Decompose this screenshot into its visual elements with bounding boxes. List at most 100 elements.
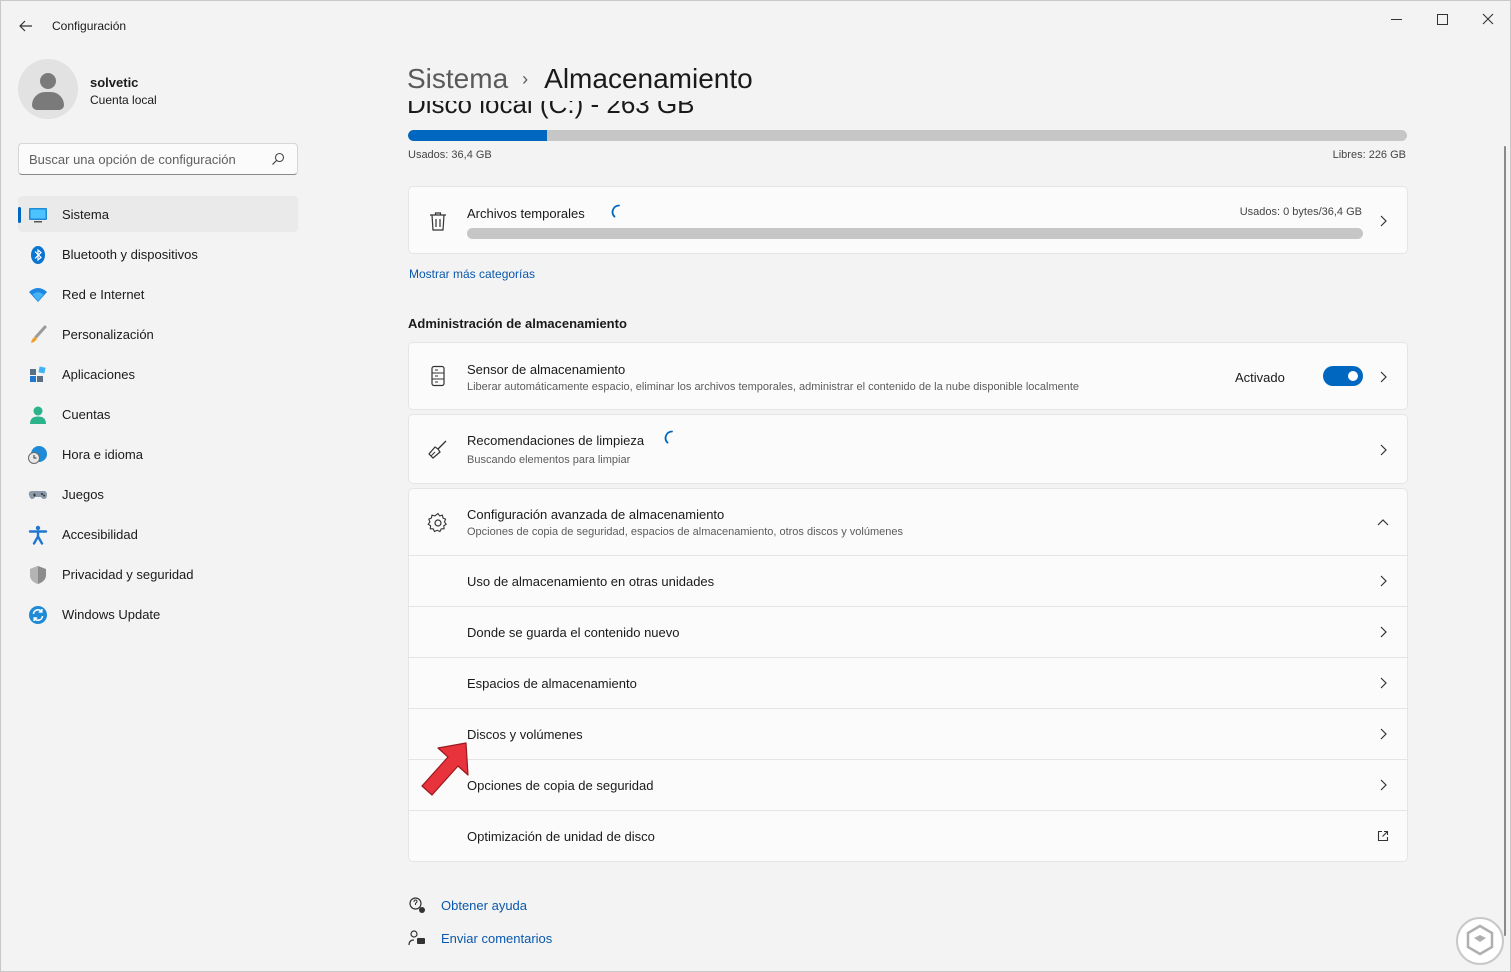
cleanup-recommendations-card[interactable]: Recomendaciones de limpieza Buscando ele…: [408, 414, 1408, 484]
breadcrumb-parent[interactable]: Sistema: [407, 63, 508, 95]
disk-title: Disco local (C:) - 263 GB: [407, 101, 695, 119]
sidebar-item-bluetooth[interactable]: Bluetooth y dispositivos: [18, 236, 298, 272]
title-bar: Configuración: [1, 1, 1510, 51]
storage-sense-icon: [431, 365, 445, 387]
send-feedback-link[interactable]: Enviar comentarios: [441, 931, 552, 946]
back-button[interactable]: [13, 13, 39, 39]
sidebar-item-accesibilidad[interactable]: Accesibilidad: [18, 516, 298, 552]
row-label: Optimización de unidad de disco: [467, 829, 655, 844]
system-icon: [29, 208, 47, 223]
feedback-icon: [408, 930, 425, 946]
temp-files-bar: [467, 228, 1363, 239]
search-box[interactable]: Buscar una opción de configuración: [18, 143, 298, 175]
brush-icon: [31, 325, 47, 343]
show-more-categories-link[interactable]: Mostrar más categorías: [409, 267, 535, 281]
storage-sense-subtitle: Liberar automáticamente espacio, elimina…: [467, 381, 1080, 393]
toggle-state-label: Activado: [1235, 370, 1285, 385]
loading-spinner-icon: [664, 430, 673, 444]
advanced-storage-subtitle: Opciones de copia de seguridad, espacios…: [467, 526, 903, 538]
sidebar-item-cuentas[interactable]: Cuentas: [18, 396, 298, 432]
disk-free-label: Libres: 226 GB: [1332, 149, 1406, 161]
close-button[interactable]: [1465, 7, 1511, 31]
chevron-right-icon: [1380, 575, 1387, 587]
minimize-button[interactable]: [1373, 7, 1419, 31]
chevron-right-icon: [1380, 371, 1387, 383]
advanced-storage-header[interactable]: Configuración avanzada de almacenamiento…: [409, 489, 1407, 556]
gear-icon: [427, 512, 447, 533]
disk-usage-bar: [408, 130, 1407, 141]
accounts-icon: [30, 406, 46, 424]
sidebar-item-label: Privacidad y seguridad: [62, 567, 194, 582]
loading-spinner-icon: [611, 204, 620, 218]
sidebar-item-windows-update[interactable]: Windows Update: [18, 596, 298, 632]
sidebar-item-aplicaciones[interactable]: Aplicaciones: [18, 356, 298, 392]
temp-files-used: Usados: 0 bytes/36,4 GB: [1239, 206, 1362, 218]
user-name: solvetic: [90, 75, 139, 90]
row-label: Discos y volúmenes: [467, 727, 583, 742]
apps-icon: [30, 366, 46, 382]
chevron-right-icon: [1380, 779, 1387, 791]
breadcrumb-separator: ›: [522, 68, 529, 89]
list-item-save-locations[interactable]: Donde se guarda el contenido nuevo: [409, 607, 1407, 658]
sidebar-item-label: Accesibilidad: [62, 527, 138, 542]
trash-icon: [430, 212, 446, 231]
chevron-right-icon: [1380, 626, 1387, 638]
sidebar-item-label: Bluetooth y dispositivos: [62, 247, 198, 262]
chevron-right-icon: [1380, 444, 1387, 456]
cleanup-subtitle: Buscando elementos para limpiar: [467, 454, 631, 466]
help-icon: [409, 897, 425, 913]
list-item-backup-options[interactable]: Opciones de copia de seguridad: [409, 760, 1407, 811]
sidebar-nav: Sistema Bluetooth y dispositivos Red e I…: [18, 196, 298, 636]
sidebar-item-label: Cuentas: [62, 407, 111, 422]
advanced-storage-title: Configuración avanzada de almacenamiento: [467, 507, 725, 522]
sidebar-item-juegos[interactable]: Juegos: [18, 476, 298, 512]
chevron-up-icon: [1377, 519, 1389, 526]
sidebar-item-label: Windows Update: [62, 607, 161, 622]
sidebar-item-personalizacion[interactable]: Personalización: [18, 316, 298, 352]
list-item-disks-volumes[interactable]: Discos y volúmenes: [409, 709, 1407, 760]
time-language-icon: [28, 446, 47, 464]
app-title: Configuración: [52, 19, 127, 33]
settings-window: Configuración solvetic Cuenta local Busc…: [0, 0, 1511, 972]
windows-update-icon: [29, 606, 47, 624]
list-item-other-drives[interactable]: Uso de almacenamiento en otras unidades: [409, 556, 1407, 607]
minimize-icon: [1390, 18, 1402, 20]
sidebar-item-label: Hora e idioma: [62, 447, 143, 462]
account-type: Cuenta local: [90, 93, 157, 107]
storage-sense-title: Sensor de almacenamiento: [467, 362, 626, 377]
maximize-button[interactable]: [1419, 7, 1465, 31]
chevron-right-icon: [1380, 677, 1387, 689]
wifi-icon: [29, 288, 47, 302]
shield-icon: [30, 566, 46, 584]
row-label: Uso de almacenamiento en otras unidades: [467, 574, 715, 589]
breadcrumb: Sistema › Almacenamiento: [407, 59, 753, 99]
advanced-storage-card: Configuración avanzada de almacenamiento…: [408, 488, 1408, 862]
annotation-arrow-icon: [421, 742, 469, 796]
close-icon: [1482, 13, 1494, 25]
external-link-icon: [1377, 830, 1389, 842]
sidebar-item-sistema[interactable]: Sistema: [18, 196, 298, 232]
search-input[interactable]: Buscar una opción de configuración: [29, 152, 236, 167]
search-icon[interactable]: [271, 152, 285, 166]
list-item-storage-spaces[interactable]: Espacios de almacenamiento: [409, 658, 1407, 709]
storage-sense-toggle[interactable]: [1323, 366, 1363, 386]
list-item-drive-optimization[interactable]: Optimización de unidad de disco: [409, 811, 1407, 862]
disk-used-label: Usados: 36,4 GB: [408, 149, 492, 161]
storage-sense-card[interactable]: Sensor de almacenamiento Liberar automát…: [408, 342, 1408, 410]
sidebar-item-label: Aplicaciones: [62, 367, 135, 382]
temp-files-card[interactable]: Archivos temporales Usados: 0 bytes/36,4…: [408, 186, 1408, 254]
sidebar-item-label: Red e Internet: [62, 287, 145, 302]
sidebar-item-red[interactable]: Red e Internet: [18, 276, 298, 312]
sidebar-item-label: Sistema: [62, 207, 109, 222]
get-help-link[interactable]: Obtener ayuda: [441, 898, 527, 913]
avatar: [18, 59, 78, 119]
maximize-icon: [1436, 13, 1448, 25]
scrollbar[interactable]: [1504, 146, 1506, 936]
sidebar-item-label: Juegos: [62, 487, 104, 502]
accessibility-icon: [28, 525, 48, 545]
sidebar-item-hora[interactable]: Hora e idioma: [18, 436, 298, 472]
chevron-right-icon: [1380, 728, 1387, 740]
sidebar-item-privacidad[interactable]: Privacidad y seguridad: [18, 556, 298, 592]
back-arrow-icon: [19, 20, 32, 32]
page-title: Almacenamiento: [544, 63, 753, 94]
